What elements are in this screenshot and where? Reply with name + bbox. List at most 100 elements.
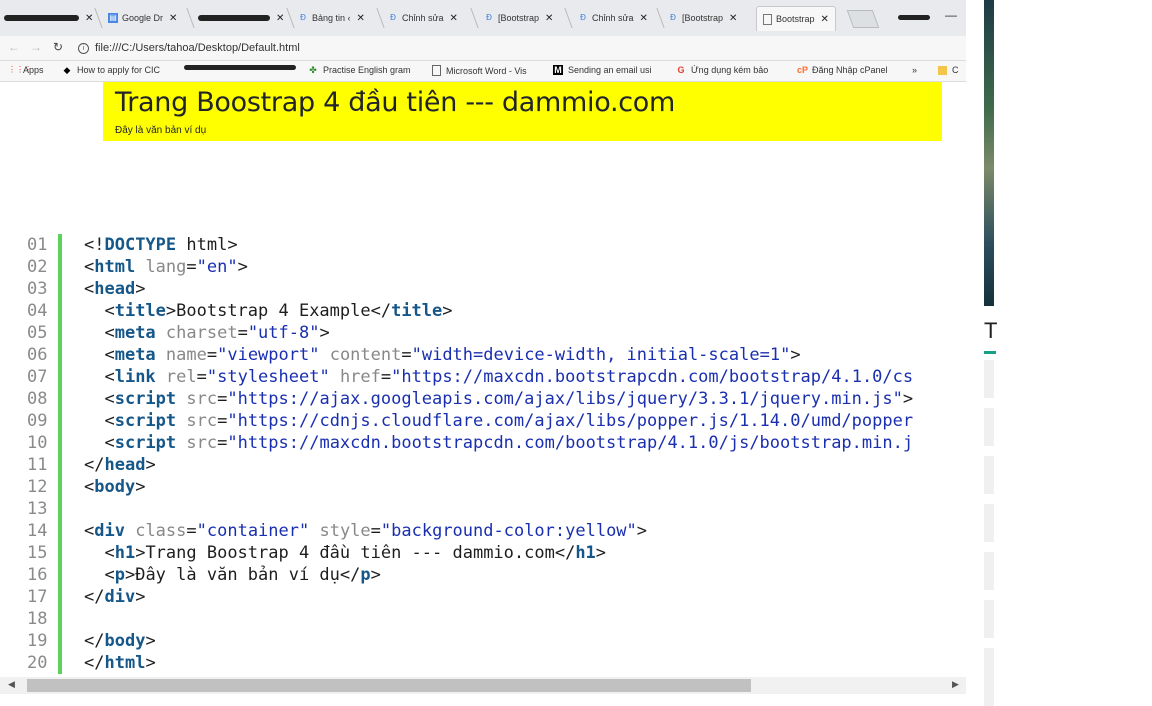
close-icon[interactable]: ✕ xyxy=(821,14,829,25)
line-number: 05 xyxy=(27,323,48,343)
bookmark-cpanel[interactable]: cP Đăng Nhập cPanel xyxy=(797,65,888,75)
tab-4[interactable]: Ð Chỉnh sửa ✕ xyxy=(388,8,458,28)
url-text[interactable]: file:///C:/Users/tahoa/Desktop/Default.h… xyxy=(95,42,300,54)
code-token: head xyxy=(94,279,136,299)
close-icon[interactable]: ✕ xyxy=(169,13,177,24)
google-icon: G xyxy=(677,65,685,75)
line-number: 02 xyxy=(27,257,48,277)
code-line: 17 </div> xyxy=(0,586,966,608)
code-token: > xyxy=(237,257,248,277)
code-line: 16 <p>Đây là văn bản ví dụ</p> xyxy=(0,564,966,586)
bookmark-email[interactable]: M Sending an email usi xyxy=(553,65,652,75)
close-icon[interactable]: ✕ xyxy=(85,13,93,24)
code-token: "https://cdnjs.cloudflare.com/ajax/libs/… xyxy=(227,411,914,431)
side-row xyxy=(984,504,994,542)
code-token: > xyxy=(370,565,381,585)
code-line: 09 <script src="https://cdnjs.cloudflare… xyxy=(0,410,966,432)
tab-3[interactable]: Ð Bảng tin ‹ ✕ xyxy=(298,8,365,28)
code-text: <div class="container" style="background… xyxy=(84,520,647,542)
dammio-icon: Ð xyxy=(486,13,492,22)
bookmark-label: Apps xyxy=(23,65,44,75)
back-icon[interactable]: ← xyxy=(8,40,20,54)
bookmark-folder[interactable]: C xyxy=(938,65,959,75)
code-token: "background-color:yellow" xyxy=(380,521,637,541)
code-line: 03 <head> xyxy=(0,278,966,300)
line-number: 09 xyxy=(27,411,48,431)
scroll-right-icon[interactable]: ▶ xyxy=(952,679,959,690)
code-token: < xyxy=(84,367,115,387)
scroll-left-icon[interactable]: ◀ xyxy=(8,679,15,690)
tab-label: [Bootstrap xyxy=(682,13,724,23)
code-line: 02 <html lang="en"> xyxy=(0,256,966,278)
code-text: <html lang="en"> xyxy=(84,256,248,278)
close-icon[interactable]: ✕ xyxy=(640,13,648,24)
code-text: <h1>Trang Boostrap 4 đầu tiên --- dammio… xyxy=(84,542,606,564)
address-bar[interactable]: i file:///C:/Users/tahoa/Desktop/Default… xyxy=(78,39,958,57)
code-token: body xyxy=(104,631,146,651)
code-line: 20 </html> xyxy=(0,652,966,674)
side-row xyxy=(984,552,994,590)
close-icon[interactable]: ✕ xyxy=(357,13,365,24)
info-icon[interactable]: i xyxy=(78,42,89,54)
code-token: < xyxy=(84,389,115,409)
tab-6[interactable]: Ð Chỉnh sửa ✕ xyxy=(578,8,648,28)
bookmark-apps[interactable]: ⋮⋮⋮ Apps xyxy=(8,65,44,75)
code-text: </body> xyxy=(84,630,156,652)
code-line: 19 </body> xyxy=(0,630,966,652)
line-number: 14 xyxy=(27,521,48,541)
tab-0[interactable]: ✕ xyxy=(4,8,93,28)
code-listing: 01 <!DOCTYPE html> 02 <html lang="en"> 03 <he… xyxy=(0,234,966,674)
tab-label: Chỉnh sửa xyxy=(402,13,444,23)
close-icon[interactable]: ✕ xyxy=(276,13,284,24)
bookmark-scribble[interactable] xyxy=(184,65,296,70)
toolbar: ← → ↻ i file:///C:/Users/tahoa/Desktop/D… xyxy=(0,36,966,61)
minimize-icon[interactable]: — xyxy=(945,8,957,22)
horizontal-scrollbar[interactable]: ◀ ▶ xyxy=(0,677,966,694)
scrollbar-thumb[interactable] xyxy=(27,679,751,692)
tab-1[interactable]: ▤ Google Dr ✕ xyxy=(108,8,177,28)
code-line: 13 xyxy=(0,498,966,520)
close-icon[interactable]: ✕ xyxy=(545,13,553,24)
close-icon[interactable]: ✕ xyxy=(729,13,737,24)
tab-7[interactable]: Ð [Bootstrap ✕ xyxy=(668,8,737,28)
code-line: 06 <meta name="viewport" content="width=… xyxy=(0,344,966,366)
code-text: <title>Bootstrap 4 Example</title> xyxy=(84,300,452,322)
document-icon xyxy=(432,65,441,76)
code-token: "viewport" xyxy=(217,345,320,365)
code-token: = xyxy=(217,389,228,409)
code-line: 12 <body> xyxy=(0,476,966,498)
code-line: 05 <meta charset="utf-8"> xyxy=(0,322,966,344)
bookmark-google[interactable]: G Ứng dụng kém bảo xyxy=(676,65,768,75)
bookmark-word[interactable]: Microsoft Word - Vis xyxy=(432,65,527,76)
bookmark-label: Microsoft Word - Vis xyxy=(446,65,527,76)
new-tab-button[interactable] xyxy=(846,10,880,28)
document-icon xyxy=(763,13,772,25)
bookmark-english[interactable]: ✤ Practise English gram xyxy=(308,65,410,75)
yellow-container: Trang Boostrap 4 đầu tiên --- dammio.com… xyxy=(103,82,942,141)
bookmark-label: Đăng Nhập cPanel xyxy=(812,65,888,75)
forward-icon[interactable]: → xyxy=(30,40,42,54)
code-line: 07 <link rel="stylesheet" href="https://… xyxy=(0,366,966,388)
scribble-icon xyxy=(184,65,296,70)
tab-label: [Bootstrap xyxy=(498,13,540,23)
bookmark-cic[interactable]: ◆ How to apply for CIC xyxy=(62,65,161,75)
code-line: 15 <h1>Trang Boostrap 4 đầu tiên --- dam… xyxy=(0,542,966,564)
close-icon[interactable]: ✕ xyxy=(450,13,458,24)
code-token: charset xyxy=(155,323,238,343)
tab-8-active[interactable]: Bootstrap ✕ xyxy=(756,6,836,31)
tab-2[interactable]: ✕ xyxy=(198,8,284,28)
overflow-icon[interactable]: » xyxy=(912,65,917,75)
tab-5[interactable]: Ð [Bootstrap ✕ xyxy=(484,8,553,28)
side-row xyxy=(984,360,994,398)
line-number: 01 xyxy=(27,235,48,255)
code-token: "container" xyxy=(196,521,310,541)
bookmark-overflow[interactable]: » xyxy=(912,65,917,75)
line-number: 19 xyxy=(27,631,48,651)
line-number: 15 xyxy=(27,543,48,563)
folder-icon xyxy=(938,65,947,75)
line-number: 12 xyxy=(27,477,48,497)
code-token: src xyxy=(176,389,218,409)
code-text: </head> xyxy=(84,454,156,476)
medium-icon: M xyxy=(553,65,563,75)
reload-icon[interactable]: ↻ xyxy=(53,40,63,54)
